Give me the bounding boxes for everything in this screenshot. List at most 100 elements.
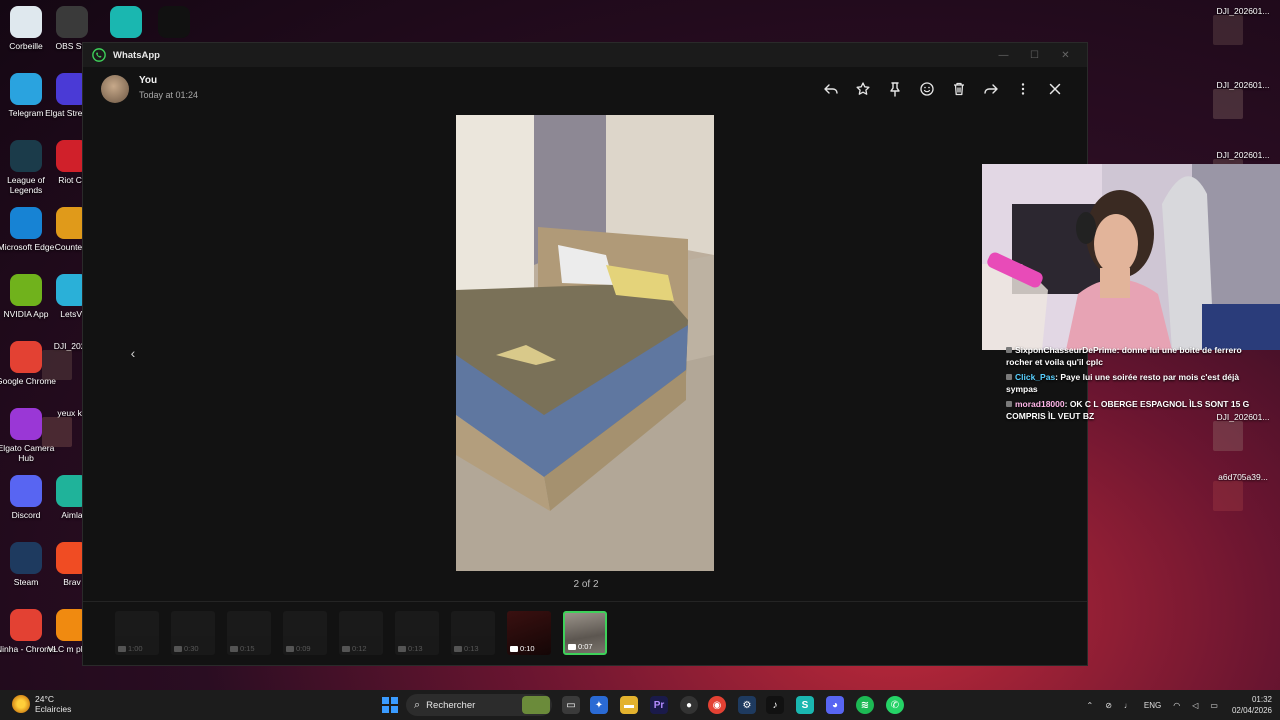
microphone-icon[interactable]: ♩ — [1124, 701, 1132, 710]
clock[interactable]: 01:32 02/04/2026 — [1232, 694, 1272, 716]
minimize-button[interactable]: — — [988, 43, 1019, 67]
avatar[interactable] — [101, 75, 129, 103]
surfshark-icon — [110, 6, 142, 38]
thumbnail[interactable]: 0:13 — [395, 611, 439, 655]
media-counter: 2 of 2 — [573, 579, 599, 590]
chat-badge-icon — [1006, 401, 1012, 407]
obs-taskbar-icon[interactable]: ● — [680, 696, 698, 714]
bedroom-photo — [456, 115, 714, 571]
chat-message: Click_Pas: Paye lui une soirée resto par… — [1006, 371, 1256, 395]
tiktok-taskbar-icon[interactable]: ♪ — [766, 696, 784, 714]
forward-button[interactable] — [975, 77, 1007, 101]
delete-icon — [954, 82, 964, 96]
thumbnail-active[interactable]: 0:07 — [563, 611, 607, 655]
message-time: Today at 01:24 — [139, 90, 199, 100]
video-camera-icon — [174, 646, 182, 652]
search-icon: ⌕ — [414, 698, 421, 711]
chat-message: morad18000: OK C L OBERGE ESPAGNOL ÌLS S… — [1006, 398, 1256, 422]
window-titlebar[interactable]: WhatsApp — ☐ ✕ — [83, 43, 1087, 67]
pin-button[interactable] — [879, 77, 911, 101]
webcam-overlay — [982, 164, 1280, 350]
media-viewer-image[interactable] — [456, 115, 714, 571]
league-icon — [10, 140, 42, 172]
discord-taskbar-icon[interactable]: ◕ — [826, 696, 844, 714]
thumbnail[interactable]: 0:13 — [451, 611, 495, 655]
react-button[interactable] — [911, 77, 943, 101]
chat-badge-icon — [1006, 347, 1012, 353]
premiere-icon[interactable]: Pr — [650, 696, 668, 714]
whatsapp-taskbar-icon[interactable]: ✆ — [886, 696, 904, 714]
elgato-icon — [10, 408, 42, 440]
thumbnail[interactable]: 0:30 — [171, 611, 215, 655]
wifi-icon[interactable]: ◠ — [1173, 701, 1180, 710]
thumbnail[interactable]: 0:15 — [227, 611, 271, 655]
obs-icon — [56, 6, 88, 38]
more-options-button[interactable] — [1007, 77, 1039, 101]
desktop-icon[interactable]: DJI_202601... — [1213, 150, 1273, 189]
file-explorer-icon[interactable]: ▬ — [620, 696, 638, 714]
thumbnail-duration: 0:30 — [184, 644, 199, 653]
window-title: WhatsApp — [113, 49, 160, 61]
photo-thumb-icon — [42, 417, 72, 447]
close-viewer-button[interactable] — [1039, 77, 1071, 101]
stream-chat: SixponChasseurDePrime: donne lui une boi… — [1006, 344, 1256, 425]
windows-logo-icon — [382, 697, 390, 705]
thumbnail-duration: 0:07 — [578, 642, 593, 651]
video-camera-icon — [568, 644, 576, 650]
photo-thumb-icon — [1213, 15, 1243, 45]
chat-badge-icon — [1006, 374, 1012, 380]
thumbnail[interactable]: 1:00 — [115, 611, 159, 655]
clock-time: 01:32 — [1251, 695, 1272, 704]
video-camera-icon — [342, 646, 350, 652]
thumbnail-duration: 0:15 — [240, 644, 255, 653]
video-camera-icon — [286, 646, 294, 652]
steam-taskbar-icon[interactable]: ⚙ — [738, 696, 756, 714]
chrome-taskbar-icon[interactable]: ◉ — [708, 696, 726, 714]
pin-icon — [890, 82, 900, 97]
discord-icon — [10, 475, 42, 507]
taskbar: 24°C Eclaircies ⌕ Rechercher ▭ ✦ ▬ Pr ● … — [0, 690, 1280, 720]
weather-widget[interactable]: 24°C Eclaircies — [12, 694, 71, 714]
task-view-icon[interactable]: ▭ — [562, 696, 580, 714]
star-button[interactable] — [847, 77, 879, 101]
spotify-taskbar-icon[interactable]: ≋ — [856, 696, 874, 714]
battery-icon[interactable]: ▭ — [1210, 701, 1218, 710]
media-header: You Today at 01:24 — [83, 67, 1087, 111]
system-tray: ⌃ ⊘ ♩ ENG ◠ ◁ ▭ 01:32 02/04/2026 — [1081, 690, 1273, 720]
reply-icon — [824, 84, 838, 94]
photo-thumb-icon — [1213, 421, 1243, 451]
desktop-icon[interactable]: a6d705a39... — [1213, 472, 1273, 511]
forward-icon — [984, 84, 998, 94]
thumbnail-duration: 0:10 — [520, 644, 535, 653]
chrome-icon — [10, 341, 42, 373]
thumbnail[interactable]: 0:09 — [283, 611, 327, 655]
maximize-button[interactable]: ☐ — [1019, 43, 1050, 67]
desktop-icon[interactable] — [144, 6, 204, 41]
chat-message: SixponChasseurDePrime: donne lui une boi… — [1006, 344, 1256, 368]
delete-button[interactable] — [943, 77, 975, 101]
previous-media-button[interactable]: ‹ — [123, 343, 143, 363]
thumbnail[interactable]: 0:10 — [507, 611, 551, 655]
desktop-icon[interactable]: DJI_202601... — [1213, 80, 1273, 119]
window-close-button[interactable]: ✕ — [1050, 43, 1081, 67]
reply-button[interactable] — [815, 77, 847, 101]
language-indicator[interactable]: ENG — [1144, 701, 1161, 710]
video-camera-icon — [510, 646, 518, 652]
thumbnail-duration: 0:12 — [352, 644, 367, 653]
webcam-video — [982, 164, 1280, 350]
volume-icon[interactable]: ◁ — [1192, 701, 1198, 710]
desktop-icon[interactable]: DJI_202601... — [1213, 6, 1273, 45]
weather-description: Eclaircies — [35, 704, 72, 714]
photo-thumb-icon — [42, 350, 72, 380]
thumbnail[interactable]: 0:12 — [339, 611, 383, 655]
chat-username: morad18000 — [1015, 399, 1065, 409]
chevron-up-icon[interactable]: ⌃ — [1087, 701, 1094, 710]
surfshark-taskbar-icon[interactable]: S — [796, 696, 814, 714]
video-camera-icon — [118, 646, 126, 652]
copilot-icon[interactable]: ✦ — [590, 696, 608, 714]
thumbnail-duration: 0:13 — [408, 644, 423, 653]
weather-temperature: 24°C — [35, 694, 54, 704]
taskbar-widget-icon[interactable] — [522, 696, 550, 714]
network-off-icon[interactable]: ⊘ — [1105, 701, 1112, 710]
start-button[interactable] — [382, 697, 398, 713]
